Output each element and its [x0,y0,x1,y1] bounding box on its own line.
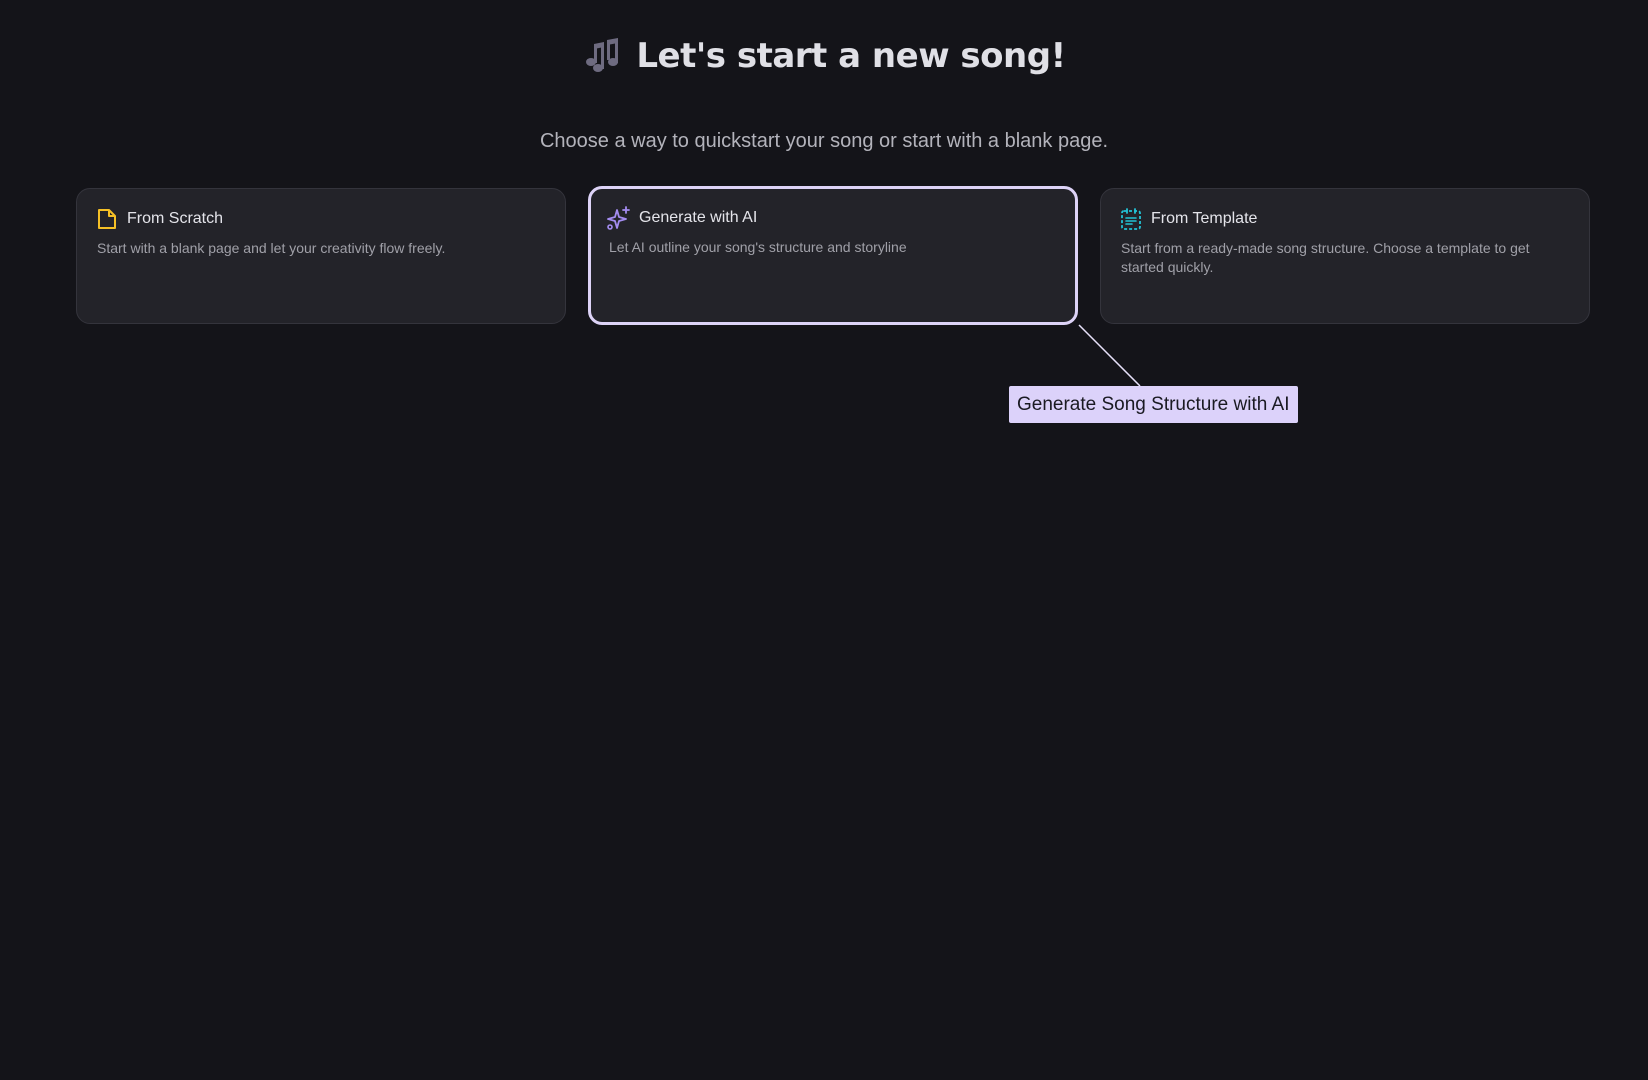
page-subtitle: Choose a way to quickstart your song or … [539,130,1109,152]
card-title: From Scratch [127,210,224,227]
ai-tooltip: Generate Song Structure with AI [1009,386,1298,423]
card-title: From Template [1151,210,1258,227]
tooltip-connector [1078,324,1141,387]
blank-page-icon [95,207,119,231]
card-header: From Template [1119,207,1571,231]
from-scratch-card[interactable]: From Scratch Start with a blank page and… [76,188,566,324]
page-header: Let's start a new song! [0,36,1648,76]
card-header: From Scratch [95,207,547,231]
quickstart-options: From Scratch Start with a blank page and… [76,186,1592,325]
music-notes-icon [582,36,622,76]
card-description: Start with a blank page and let your cre… [97,240,446,256]
from-template-card[interactable]: From Template Start from a ready-made so… [1100,188,1590,324]
ai-sparkles-icon [607,206,631,230]
card-description: Let AI outline your song's structure and… [609,239,907,255]
page-title: Let's start a new song! [636,36,1066,76]
new-song-page: Let's start a new song! Choose a way to … [0,0,1648,1080]
generate-with-ai-card[interactable]: Generate with AI Let AI outline your son… [588,186,1078,325]
card-description: Start from a ready-made song structure. … [1121,240,1530,275]
card-header: Generate with AI [607,206,1059,230]
card-title: Generate with AI [639,209,758,226]
template-icon [1119,207,1143,231]
